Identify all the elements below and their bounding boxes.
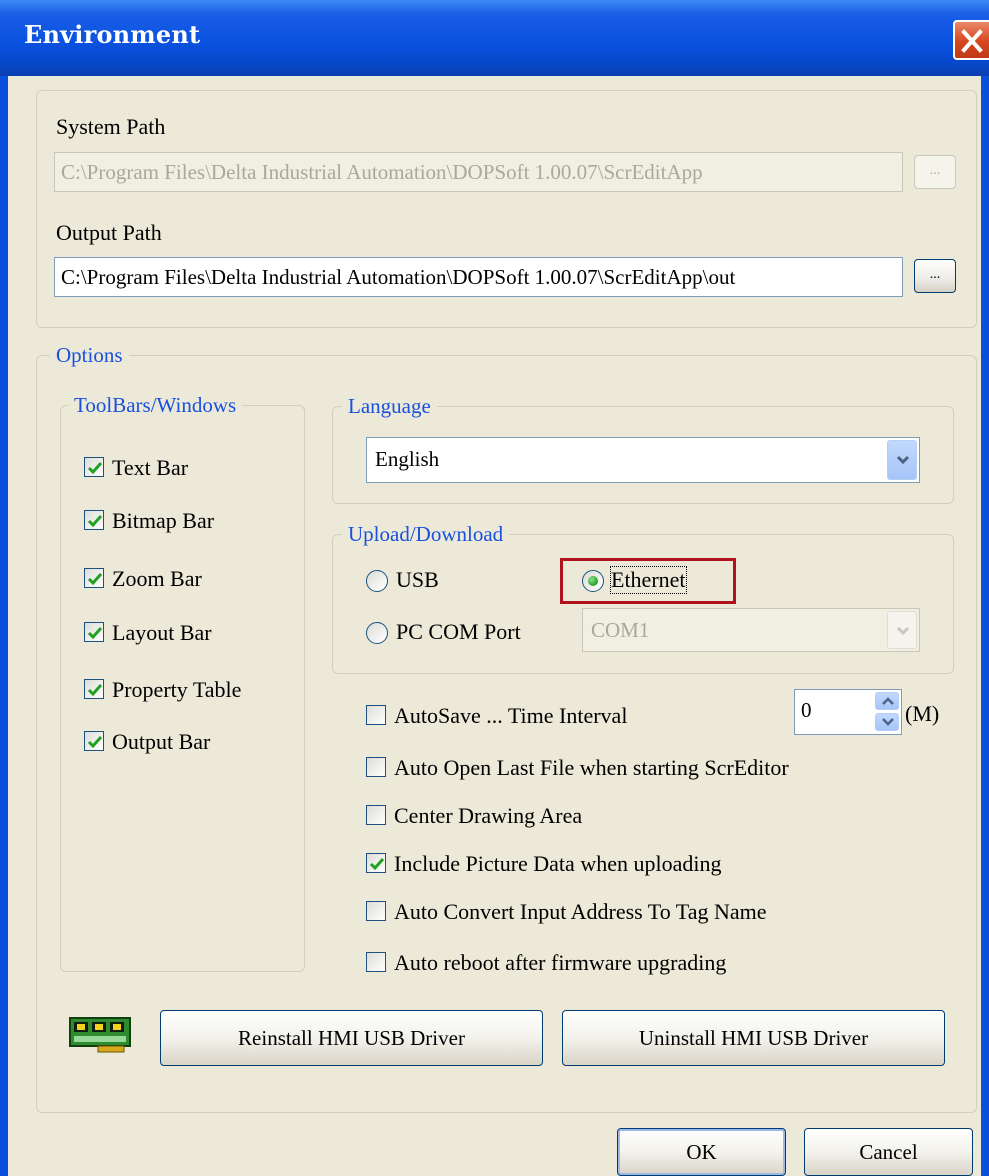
property-table-label: Property Table — [112, 677, 242, 702]
system-path-browse-button[interactable]: ... — [914, 155, 956, 189]
auto-reboot-checkbox[interactable] — [366, 952, 386, 972]
environment-dialog: Environment System Path C:\Program Files… — [0, 0, 989, 1176]
center-drawing-area-checkbox[interactable] — [366, 805, 386, 825]
title-bar: Environment — [0, 0, 989, 76]
ethernet-highlight-box — [560, 558, 736, 604]
language-dropdown-button[interactable] — [887, 440, 917, 480]
zoom-bar-label: Zoom Bar — [112, 566, 202, 591]
include-picture-data-checkbox[interactable] — [366, 853, 386, 873]
window-border-left — [0, 76, 8, 1176]
window-title: Environment — [24, 20, 201, 49]
upload-download-group — [332, 534, 954, 674]
auto-convert-input-checkbox[interactable] — [366, 901, 386, 921]
cancel-button[interactable]: Cancel — [804, 1128, 973, 1176]
usb-label: USB — [396, 567, 439, 592]
bitmap-bar-label: Bitmap Bar — [112, 508, 215, 533]
reinstall-usb-driver-button[interactable]: Reinstall HMI USB Driver — [160, 1010, 543, 1066]
output-bar-checkbox[interactable] — [84, 731, 104, 751]
usb-radio[interactable] — [366, 570, 388, 592]
autosave-label: AutoSave ... Time Interval — [394, 703, 628, 728]
zoom-bar-checkbox[interactable] — [84, 568, 104, 588]
include-picture-data-label: Include Picture Data when uploading — [394, 851, 722, 876]
spin-up-button[interactable] — [875, 692, 899, 710]
usb-driver-icon — [68, 1014, 134, 1059]
autosave-interval-input[interactable]: 0 — [794, 689, 902, 735]
auto-open-last-file-label: Auto Open Last File when starting ScrEdi… — [394, 755, 789, 780]
ok-button[interactable]: OK — [617, 1128, 786, 1176]
auto-reboot-label: Auto reboot after firmware upgrading — [394, 950, 727, 975]
pc-com-port-label: PC COM Port — [396, 619, 521, 644]
uninstall-usb-driver-button[interactable]: Uninstall HMI USB Driver — [562, 1010, 945, 1066]
autosave-interval-value: 0 — [801, 698, 812, 722]
close-button[interactable] — [953, 20, 989, 60]
language-select-value: English — [375, 447, 440, 471]
com-port-select-value: COM1 — [591, 618, 650, 642]
auto-convert-input-label: Auto Convert Input Address To Tag Name — [394, 899, 767, 924]
upload-download-legend: Upload/Download — [342, 522, 510, 546]
output-path-label: Output Path — [56, 220, 162, 245]
output-path-field[interactable]: C:\Program Files\Delta Industrial Automa… — [54, 257, 903, 297]
output-bar-label: Output Bar — [112, 729, 211, 754]
com-port-select[interactable]: COM1 — [582, 608, 920, 652]
spin-down-button[interactable] — [875, 713, 899, 731]
autosave-unit-label: (M) — [905, 701, 940, 726]
language-select[interactable]: English — [366, 437, 920, 483]
bitmap-bar-checkbox[interactable] — [84, 510, 104, 530]
output-path-browse-button[interactable]: ... — [914, 259, 956, 293]
layout-bar-label: Layout Bar — [112, 620, 212, 645]
center-drawing-area-label: Center Drawing Area — [394, 803, 583, 828]
auto-open-last-file-checkbox[interactable] — [366, 757, 386, 777]
toolbars-legend: ToolBars/Windows — [68, 393, 243, 417]
system-path-label: System Path — [56, 114, 166, 139]
window-border-right — [981, 76, 989, 1176]
system-path-field[interactable]: C:\Program Files\Delta Industrial Automa… — [54, 152, 903, 192]
layout-bar-checkbox[interactable] — [84, 622, 104, 642]
autosave-interval-spinner — [875, 692, 899, 732]
com-port-dropdown-button[interactable] — [887, 611, 917, 649]
autosave-checkbox[interactable] — [366, 705, 386, 725]
language-legend: Language — [342, 394, 437, 418]
property-table-checkbox[interactable] — [84, 679, 104, 699]
pc-com-port-radio[interactable] — [366, 622, 388, 644]
text-bar-label: Text Bar — [112, 455, 189, 480]
options-legend: Options — [50, 343, 129, 367]
text-bar-checkbox[interactable] — [84, 457, 104, 477]
